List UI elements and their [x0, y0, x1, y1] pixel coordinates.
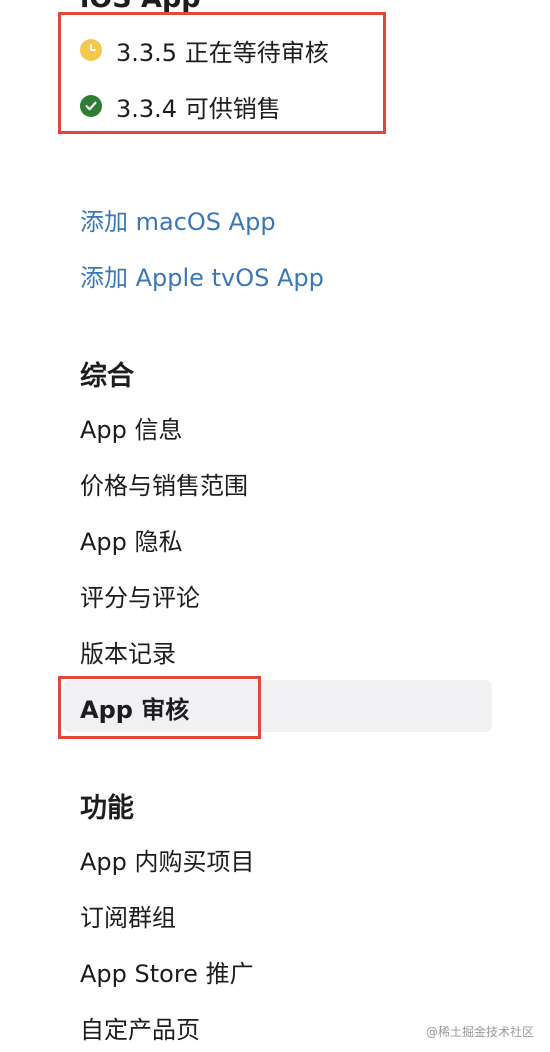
version-row-pending[interactable]: 3.3.5 正在等待审核: [80, 33, 329, 67]
sidebar-item-app-info[interactable]: App 信息: [80, 410, 183, 445]
add-tvos-app-link[interactable]: 添加 Apple tvOS App: [80, 258, 324, 293]
sidebar-item-app-store-promotion[interactable]: App Store 推广: [80, 954, 254, 989]
sidebar-item-ratings-reviews[interactable]: 评分与评论: [80, 578, 200, 613]
watermark: @稀土掘金技术社区: [425, 1025, 534, 1039]
sidebar-item-subscription-groups[interactable]: 订阅群组: [80, 898, 176, 933]
add-macos-app-link[interactable]: 添加 macOS App: [80, 202, 276, 237]
general-section-title: 综合: [80, 361, 134, 392]
sidebar-item-app-privacy[interactable]: App 隐私: [80, 522, 183, 557]
sidebar-item-custom-product-pages[interactable]: 自定产品页: [80, 1010, 200, 1045]
ios-app-section-title: iOS App: [80, 0, 201, 14]
features-section-title: 功能: [80, 793, 134, 824]
sidebar-item-pricing-availability[interactable]: 价格与销售范围: [80, 466, 248, 501]
version-label: 3.3.4 可供销售: [116, 94, 281, 123]
sidebar-item-in-app-purchases[interactable]: App 内购买项目: [80, 842, 255, 877]
clock-icon: [80, 39, 102, 61]
sidebar-item-app-review[interactable]: App 审核: [80, 690, 189, 725]
version-label: 3.3.5 正在等待审核: [116, 38, 329, 67]
sidebar-item-version-history[interactable]: 版本记录: [80, 634, 176, 669]
version-row-ready[interactable]: 3.3.4 可供销售: [80, 89, 281, 123]
checkmark-icon: [80, 95, 102, 117]
